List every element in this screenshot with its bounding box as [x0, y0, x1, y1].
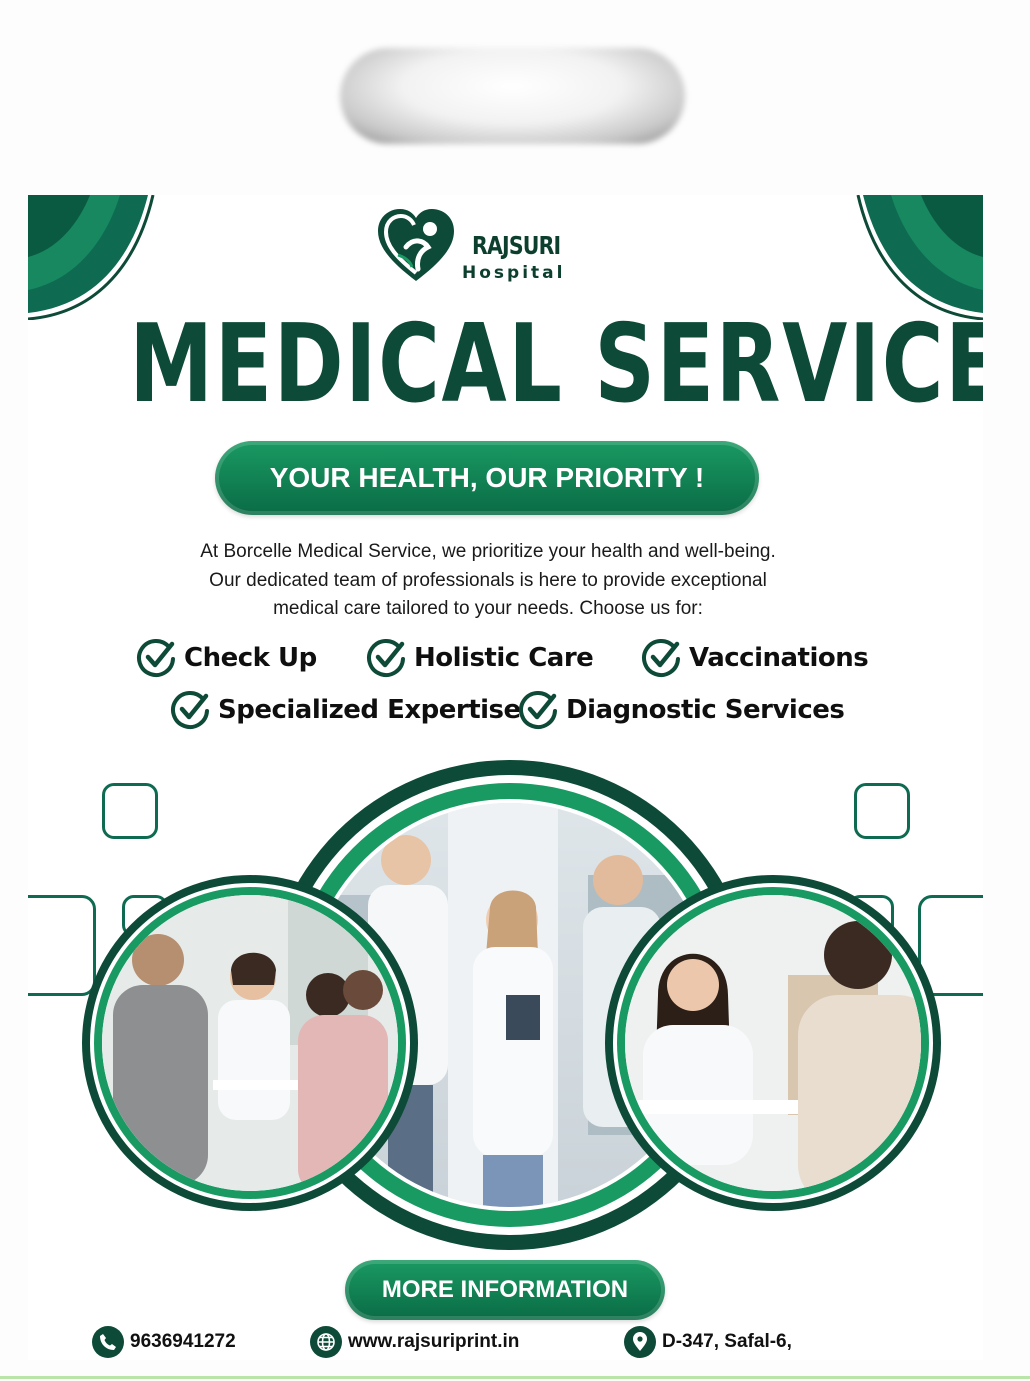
contact-phone: 9636941272 — [92, 1326, 236, 1358]
website-link[interactable]: www.rajsuriprint.in — [348, 1331, 519, 1353]
contact-website: www.rajsuriprint.in — [310, 1326, 519, 1358]
location-pin-icon — [624, 1326, 656, 1358]
more-information-button[interactable]: MORE INFORMATION — [345, 1260, 665, 1320]
bag-background: RAJSURI Hospital MEDICAL SERVICE YOUR HE… — [0, 0, 1030, 1381]
photo-collage — [82, 760, 941, 1250]
phone-number: 9636941272 — [130, 1331, 236, 1352]
bag-handle-hole — [340, 48, 685, 144]
contact-address: D-347, Safal-6, — [624, 1326, 792, 1358]
flyer-panel: RAJSURI Hospital MEDICAL SERVICE YOUR HE… — [28, 195, 983, 1360]
bag-bottom-edge — [0, 1376, 1030, 1379]
address-text: D-347, Safal-6, — [662, 1331, 792, 1352]
phone-icon — [92, 1326, 124, 1358]
globe-icon — [310, 1326, 342, 1358]
